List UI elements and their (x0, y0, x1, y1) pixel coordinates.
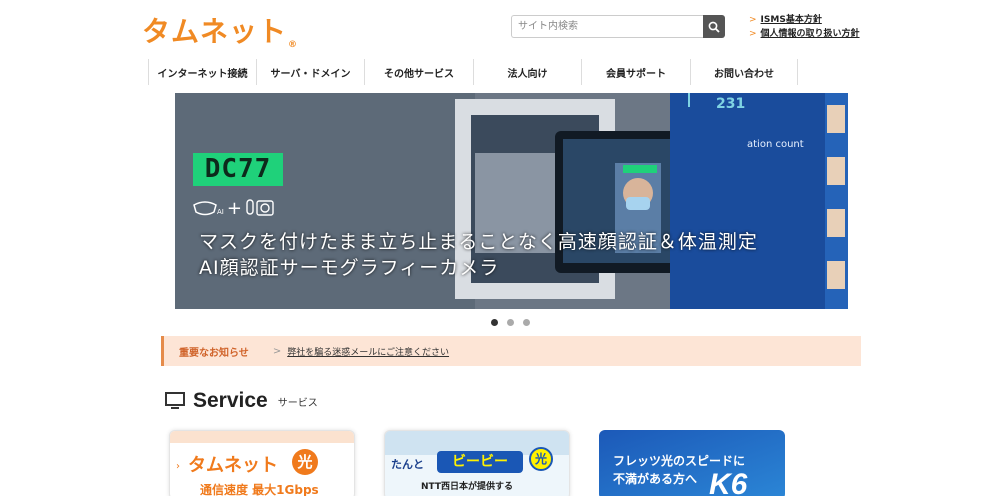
search-button[interactable] (703, 15, 725, 38)
service-card-tando-bb[interactable]: たんと ビービー 光 NTT西日本が提供する (384, 430, 570, 496)
site-search (511, 15, 725, 38)
hero-subheadline: AI顔認証サーモグラフィーカメラ (199, 257, 500, 279)
chevron-right-icon: › (176, 461, 180, 472)
site-logo[interactable]: タムネット® (142, 10, 298, 50)
nav-other-services[interactable]: その他サービス (364, 59, 473, 85)
notice-title: 重要なお知らせ (179, 347, 249, 359)
monitor-icon (165, 392, 185, 409)
nav-internet[interactable]: インターネット接続 (148, 59, 256, 85)
logo-text: タムネット (142, 15, 288, 48)
card-top-band (170, 431, 354, 443)
nav-business[interactable]: 法人向け (473, 59, 581, 85)
registered-mark: ® (288, 40, 299, 50)
hikari-badge: 光 (529, 447, 553, 471)
search-icon (708, 21, 720, 33)
plus-icon: + (226, 197, 242, 219)
utility-links: > ISMS基本方針 > 個人情報の取り扱い方針 (749, 13, 860, 41)
card-brand: タムネット (188, 455, 278, 476)
feature-icons: AI + (192, 197, 275, 219)
arrow-icon: > (272, 345, 282, 357)
card-subtitle: NTT西日本が提供する (421, 482, 514, 492)
carousel-dots (491, 319, 530, 326)
carousel-dot-2[interactable] (507, 319, 514, 326)
card-mark: K6 (709, 468, 748, 496)
carousel-dot-1[interactable] (491, 319, 498, 326)
service-card-tamnet-hikari[interactable]: › タムネット 光 通信速度 最大1Gbps (169, 430, 355, 496)
hikari-badge: 光 (292, 449, 318, 475)
service-heading: Service サービス (165, 389, 318, 413)
nav-contact[interactable]: お問い合わせ (690, 59, 798, 85)
thermometer-icon (246, 199, 274, 216)
counter-value: 231 (716, 96, 746, 112)
card-line-2: 不満がある方へ (613, 472, 698, 486)
arrow-icon: > (749, 29, 757, 39)
count-label: ation count (747, 139, 804, 150)
privacy-policy-link[interactable]: > 個人情報の取り扱い方針 (749, 27, 860, 41)
important-notice: 重要なお知らせ > 弊社を騙る迷惑メールにご注意ください (161, 336, 861, 366)
hero-carousel[interactable]: 231 ation count DC77 AI + マスクを付けたまま立ち止まる… (175, 93, 848, 309)
hero-headline: マスクを付けたまま立ち止まることなく高速顔認証＆体温測定 (199, 231, 758, 253)
search-input[interactable] (511, 15, 703, 38)
notice-link[interactable]: 弊社を騙る迷惑メールにご注意ください (287, 345, 449, 358)
ai-label: AI (217, 208, 224, 216)
nav-member-support[interactable]: 会員サポート (581, 59, 690, 85)
card-line-1: フレッツ光のスピードに (613, 454, 746, 468)
card-brand: ビービー (437, 451, 523, 473)
product-badge: DC77 (193, 153, 283, 186)
global-nav: インターネット接続 サーバ・ドメイン その他サービス 法人向け 会員サポート お… (148, 59, 798, 85)
service-card-k6[interactable]: フレッツ光のスピードに 不満がある方へ K6 (599, 430, 785, 496)
nav-server-domain[interactable]: サーバ・ドメイン (256, 59, 364, 85)
service-title: Service (193, 389, 268, 412)
card-subtitle: 通信速度 最大1Gbps (200, 483, 319, 496)
mask-face-icon (193, 201, 217, 216)
service-subtitle: サービス (277, 397, 318, 409)
card-prefix: たんと (391, 458, 424, 471)
arrow-icon: > (749, 15, 757, 25)
carousel-dot-3[interactable] (523, 319, 530, 326)
isms-policy-link[interactable]: > ISMS基本方針 (749, 13, 860, 27)
